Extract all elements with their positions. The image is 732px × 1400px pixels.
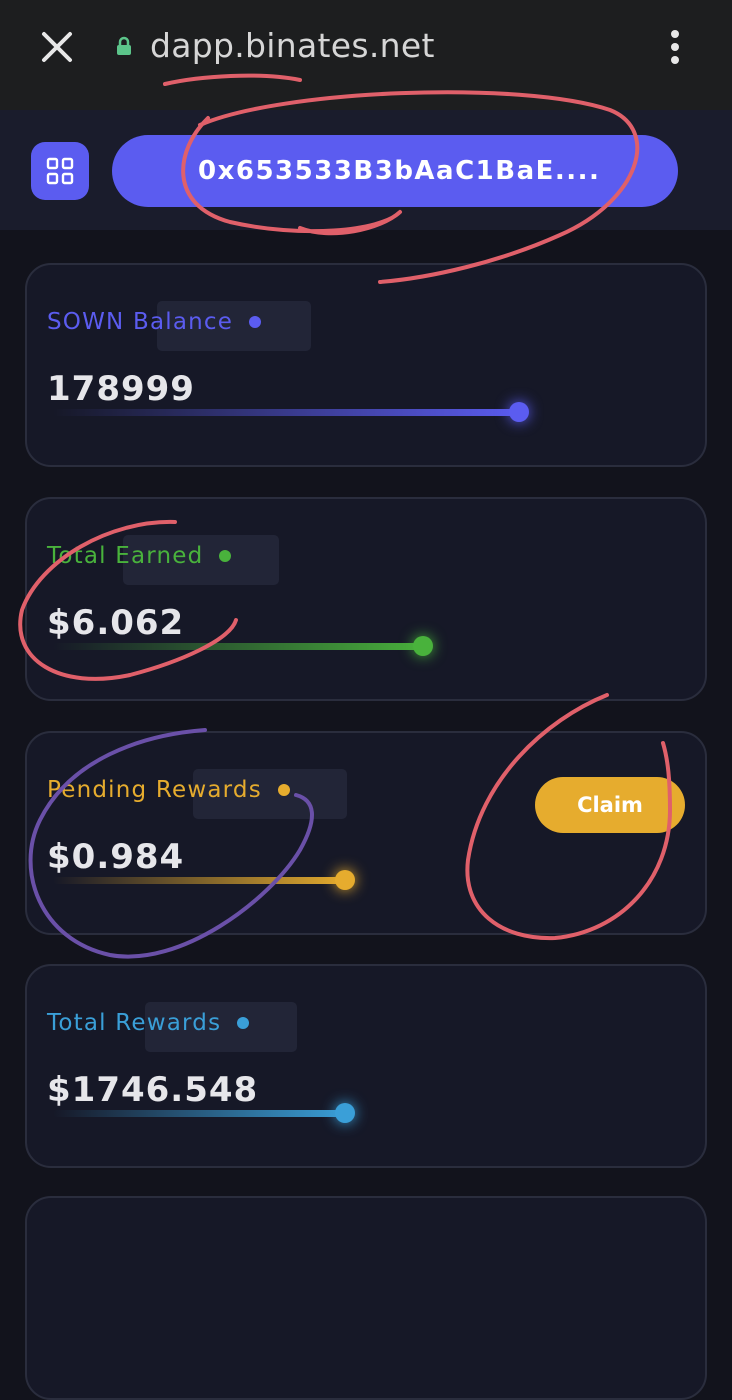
pending-rewards-value: $0.984: [47, 837, 185, 877]
sown-balance-card: SOWN Balance 178999: [25, 263, 707, 467]
card-label: Total Earned: [47, 543, 232, 569]
grid-icon: [46, 157, 74, 185]
wallet-address-button[interactable]: 0x653533B3bAaC1BaE....: [112, 135, 678, 207]
card-label: Total Rewards: [47, 1010, 250, 1036]
app-header: 0x653533B3bAaC1BaE....: [0, 110, 732, 230]
progress-track: [53, 877, 349, 884]
progress-track: [53, 643, 429, 650]
progress-knob: [335, 1103, 355, 1123]
menu-button[interactable]: [31, 142, 89, 200]
address-bar-url[interactable]: dapp.binates.net: [150, 26, 435, 65]
total-rewards-card: Total Rewards $1746.548: [25, 964, 707, 1168]
pending-rewards-card: Pending Rewards $0.984 Claim: [25, 731, 707, 935]
card-label: Pending Rewards: [47, 777, 290, 803]
lock-icon: [117, 36, 131, 55]
browser-toolbar: dapp.binates.net: [0, 0, 732, 110]
sown-balance-value: 178999: [47, 369, 195, 409]
progress-track: [53, 409, 523, 416]
status-dot: [249, 316, 262, 328]
next-card-peek: [25, 1196, 707, 1400]
close-icon[interactable]: [36, 26, 78, 68]
progress-track: [53, 1110, 349, 1117]
progress-knob: [413, 636, 433, 656]
claim-button[interactable]: Claim: [535, 777, 685, 833]
total-earned-value: $6.062: [47, 603, 185, 643]
progress-knob: [509, 402, 529, 422]
total-rewards-value: $1746.548: [47, 1070, 259, 1110]
more-options-icon[interactable]: [660, 26, 690, 68]
total-earned-card: Total Earned $6.062: [25, 497, 707, 701]
card-label: SOWN Balance: [47, 309, 262, 335]
progress-knob: [335, 870, 355, 890]
status-dot: [219, 550, 232, 562]
status-dot: [277, 784, 290, 796]
status-dot: [237, 1017, 250, 1029]
